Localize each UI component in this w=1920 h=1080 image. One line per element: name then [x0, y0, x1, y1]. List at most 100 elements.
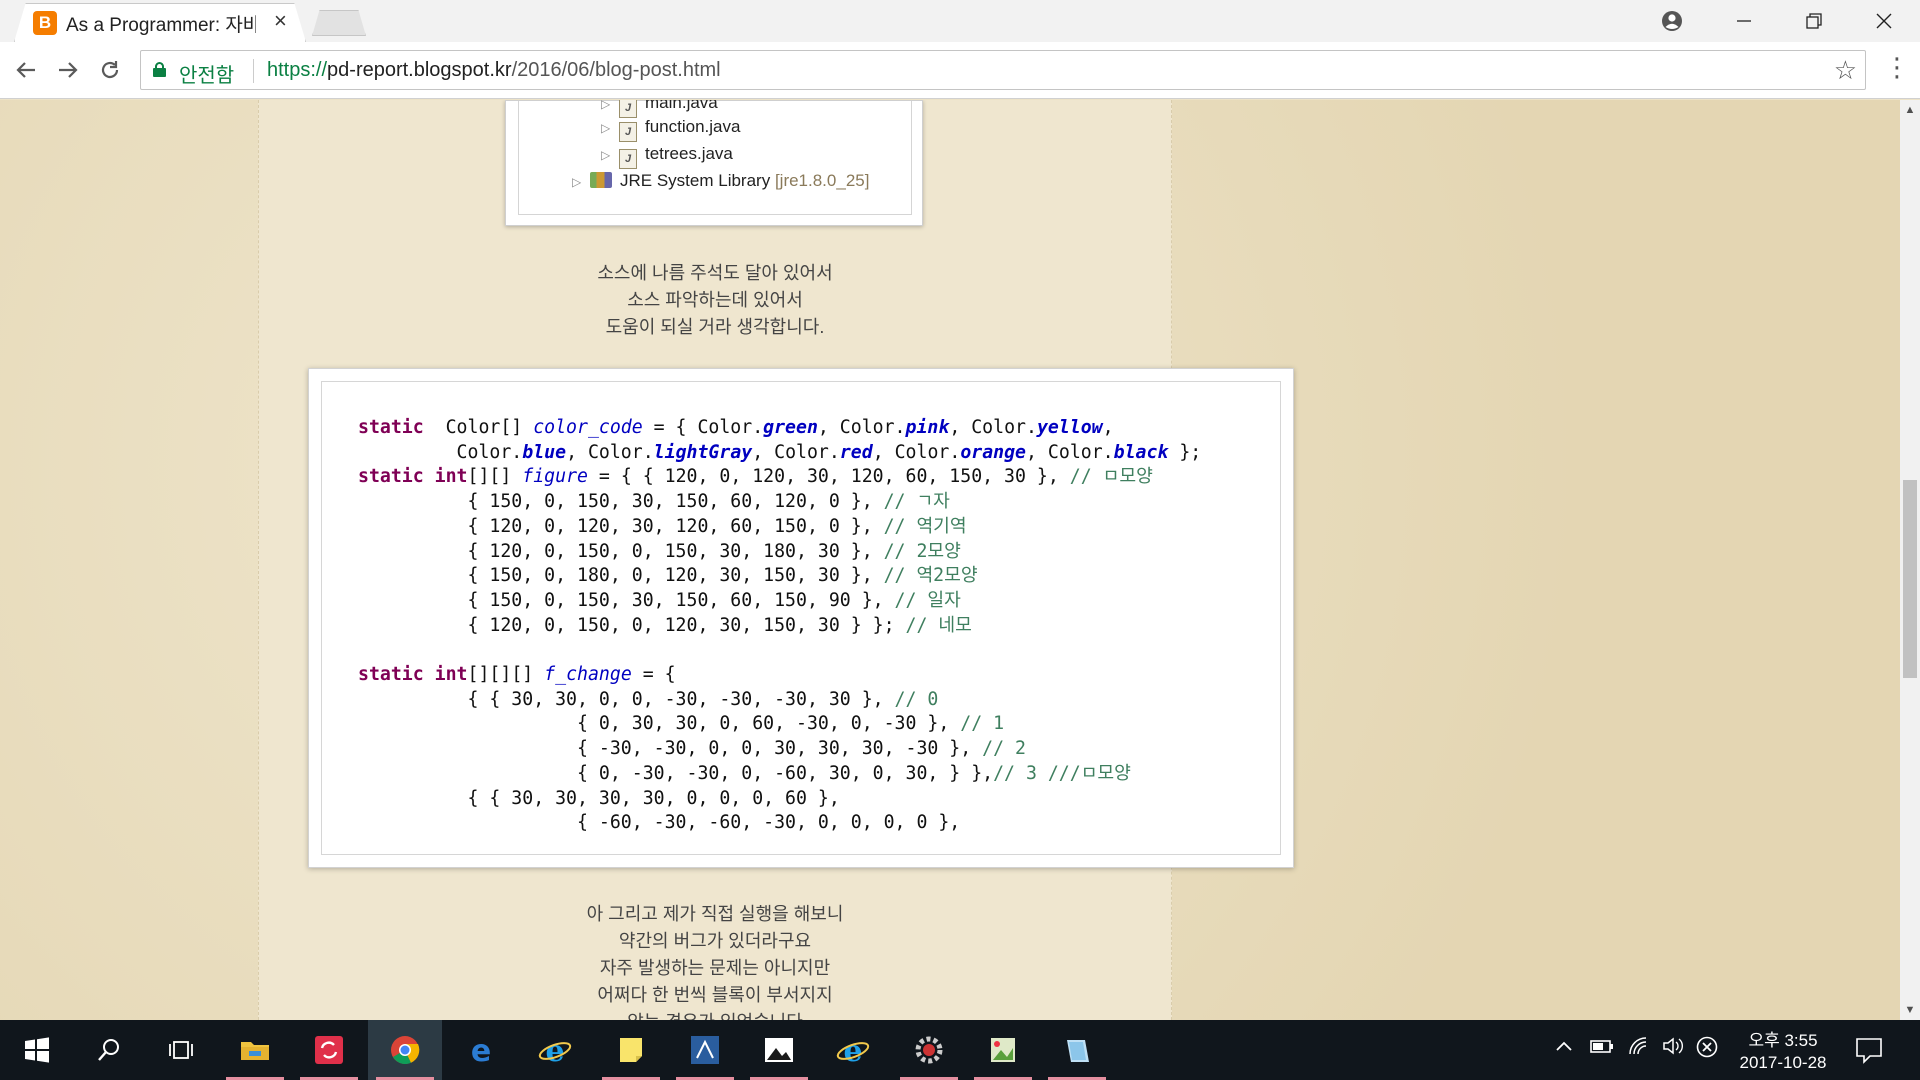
code-comment: // 역기역	[883, 515, 967, 537]
code-token: red	[839, 441, 873, 463]
library-icon	[590, 172, 612, 188]
svg-text:e: e	[471, 1034, 491, 1066]
code-token: { 150, 0, 150, 30, 150, 60, 150, 90 },	[358, 589, 895, 611]
chrome-icon[interactable]	[368, 1020, 442, 1080]
code-line: { 150, 0, 150, 30, 150, 60, 120, 0 }, //…	[358, 490, 1201, 515]
svg-text:e: e	[545, 1034, 564, 1066]
code-line: { -60, -30, -60, -30, 0, 0, 0, 0 },	[358, 811, 1201, 836]
sticky-notes-icon[interactable]	[594, 1020, 668, 1080]
internet-explorer-icon[interactable]: e	[518, 1020, 592, 1080]
code-line: { 150, 0, 180, 0, 120, 30, 150, 30 }, //…	[358, 564, 1201, 589]
photos-icon[interactable]	[742, 1020, 816, 1080]
code-token: green	[763, 417, 818, 438]
code-comment: // 역2모양	[883, 565, 978, 587]
code-line: { 120, 0, 150, 0, 120, 30, 150, 30 } }; …	[358, 614, 1201, 639]
menu-icon[interactable]: ⋮	[1884, 52, 1910, 83]
clock-time[interactable]: 오후 3:55	[1738, 1026, 1828, 1051]
file-explorer-icon[interactable]	[218, 1020, 292, 1080]
scroll-down-icon[interactable]: ▼	[1900, 1000, 1920, 1020]
scroll-thumb[interactable]	[1903, 480, 1917, 678]
scroll-up-icon[interactable]: ▲	[1900, 100, 1920, 120]
code-token: pink	[905, 417, 950, 438]
code-line: { -30, -30, 0, 0, 30, 30, 30, -30 }, // …	[358, 737, 1201, 762]
reload-icon[interactable]	[92, 52, 128, 88]
task-view-icon[interactable]	[144, 1020, 218, 1080]
code-comment: // 3 ///ㅁ모양	[993, 762, 1131, 784]
ide-icon[interactable]	[668, 1020, 742, 1080]
code-token: { 120, 0, 150, 0, 120, 30, 150, 30 } };	[358, 614, 906, 636]
url-host: pd-report.blogspot.kr	[327, 59, 512, 81]
code-token: { 120, 0, 150, 0, 150, 30, 180, 30 },	[358, 540, 884, 562]
sync-app-icon[interactable]	[292, 1020, 366, 1080]
show-hidden-icons-icon[interactable]	[1554, 1036, 1574, 1062]
code-token: figure	[522, 466, 588, 488]
wifi-icon[interactable]	[1628, 1036, 1650, 1062]
post-line: 않는 경우가 있었습니다	[258, 1009, 1172, 1020]
code-token: blue	[522, 441, 567, 463]
tree-item-tetrees: ▷ Jtetrees.java	[601, 144, 733, 169]
code-line: static Color[] color_code = { Color.gree…	[358, 416, 1201, 441]
code-line: static int[][][] f_change = {	[358, 663, 1201, 688]
back-icon[interactable]	[8, 52, 44, 88]
image-editor-icon[interactable]	[966, 1020, 1040, 1080]
code-token: = {	[631, 664, 676, 686]
post-line: 아 그리고 제가 직접 실행을 해보니	[586, 904, 844, 924]
post-line: 자주 발생하는 문제는 아니지만	[599, 958, 831, 978]
tab-title[interactable]: As a Programmer: 자바	[66, 10, 256, 37]
code-token: color_code	[533, 417, 643, 438]
forward-icon[interactable]	[50, 52, 86, 88]
address-bar[interactable]: 안전함 https://pd-report.blogspot.kr/2016/0…	[140, 50, 1866, 90]
start-icon[interactable]	[0, 1020, 74, 1080]
code-comment: // 1	[960, 713, 1005, 735]
code-line: { { 30, 30, 0, 0, -30, -30, -30, 30 }, /…	[358, 688, 1201, 713]
url-path: /2016/06/blog-post.html	[511, 59, 721, 81]
code-comment: // ㄱ자	[883, 491, 950, 513]
edge-icon[interactable]: e	[444, 1020, 518, 1080]
secure-label[interactable]: 안전함	[179, 59, 234, 88]
code-token: , Color.	[949, 417, 1037, 438]
new-tab-button[interactable]	[312, 10, 366, 36]
minimize-icon[interactable]	[1714, 4, 1774, 38]
star-icon[interactable]: ☆	[1834, 55, 1857, 86]
code-token: int	[423, 466, 468, 488]
code-token: , Color.	[566, 441, 654, 463]
code-token: = { { 120, 0, 120, 30, 120, 60, 150, 30 …	[587, 466, 1070, 488]
lock-icon[interactable]	[153, 62, 166, 77]
volume-icon[interactable]	[1662, 1036, 1684, 1062]
code-comment: // 네모	[905, 614, 972, 636]
code-token: [][]	[467, 466, 523, 488]
code-token: = { Color.	[642, 417, 764, 438]
action-center-icon[interactable]	[1854, 1034, 1884, 1066]
url-text[interactable]: https://pd-report.blogspot.kr/2016/06/bl…	[267, 59, 721, 82]
close-icon[interactable]	[1854, 4, 1914, 38]
account-icon[interactable]	[1642, 4, 1702, 38]
search-icon[interactable]	[72, 1020, 146, 1080]
page-viewport: ▷ Jmain.java ▷ Jfunction.java ▷ Jtetrees.ja…	[0, 100, 1900, 1020]
code-token: static	[358, 466, 424, 488]
code-token: , Color.	[1026, 441, 1114, 463]
code-line: { 120, 0, 150, 0, 150, 30, 180, 30 }, //…	[358, 540, 1201, 565]
browser-toolbar: 안전함 https://pd-report.blogspot.kr/2016/0…	[0, 42, 1920, 99]
tree-item-label: function.java	[645, 117, 741, 136]
network-disconnected-icon[interactable]	[1696, 1036, 1718, 1064]
code-token: f_change	[544, 664, 632, 686]
post-line: 도움이 되실 거라 생각합니다.	[605, 317, 825, 337]
tab-close-icon[interactable]: ×	[274, 8, 287, 34]
code-token: { { 30, 30, 30, 30, 0, 0, 0, 60 },	[358, 787, 840, 809]
code-token: [][][]	[467, 664, 545, 686]
code-line: static int[][] figure = { { 120, 0, 120,…	[358, 465, 1201, 490]
post-paragraph-2: 아 그리고 제가 직접 실행을 해보니 약간의 버그가 있더라구요 자주 발생하…	[258, 901, 1172, 1020]
settings-app-icon[interactable]	[892, 1020, 966, 1080]
code-line: { { 30, 30, 30, 30, 0, 0, 0, 60 },	[358, 787, 1201, 812]
vertical-scrollbar[interactable]: ▲ ▼	[1900, 100, 1920, 1020]
internet-explorer-2-icon[interactable]: e	[816, 1020, 890, 1080]
url-scheme: https://	[267, 59, 328, 81]
restore-icon[interactable]	[1784, 4, 1844, 38]
tree-item-label: JRE System Library	[620, 171, 771, 190]
code-block: static Color[] color_code = { Color.gree…	[358, 416, 1201, 836]
notepad-icon[interactable]	[1040, 1020, 1114, 1080]
code-token: Color[]	[423, 417, 534, 438]
battery-icon[interactable]	[1590, 1036, 1614, 1062]
clock-date[interactable]: 2017-10-28	[1732, 1053, 1834, 1073]
code-comment: // 0	[894, 688, 939, 710]
